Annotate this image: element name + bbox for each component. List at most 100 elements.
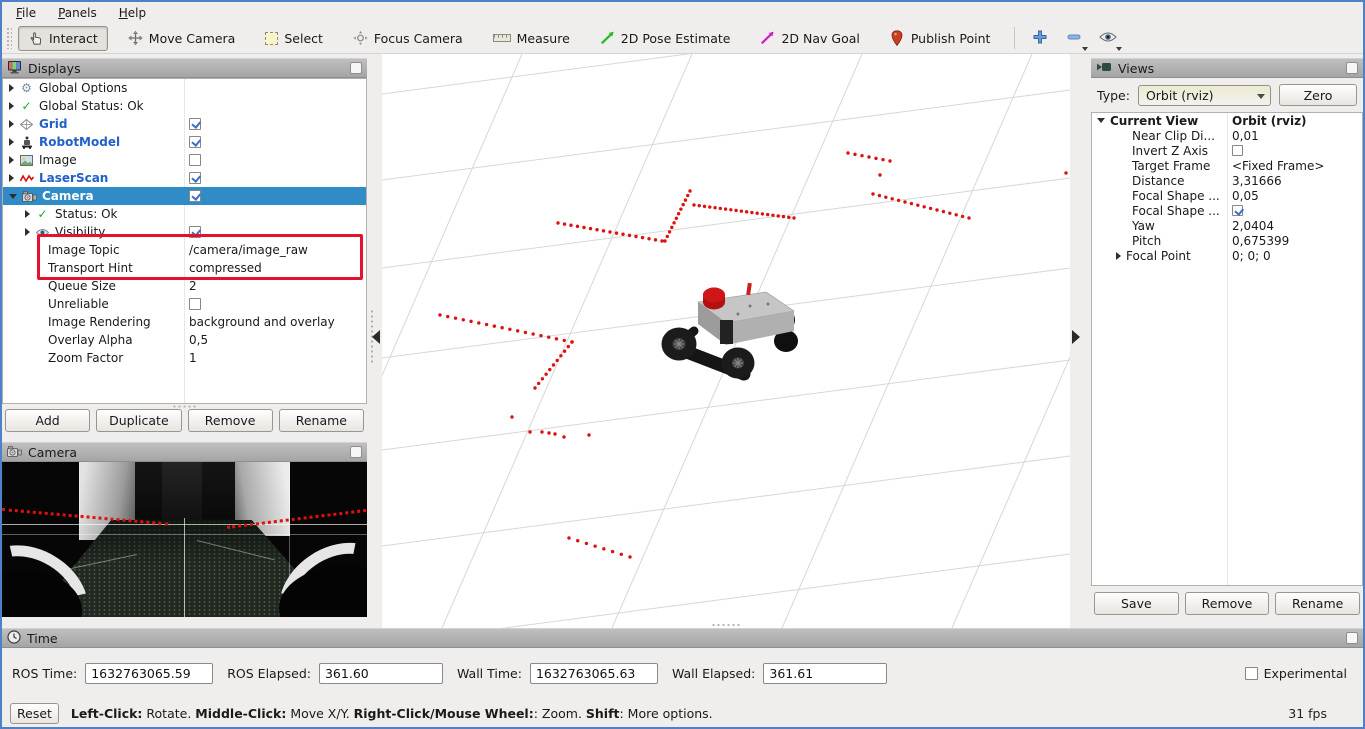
remove-tool-button[interactable] (1059, 25, 1089, 51)
property-value[interactable]: 1 (189, 351, 197, 365)
property-value[interactable]: 0; 0; 0 (1232, 249, 1271, 263)
view-row-focal-shape-fixed[interactable]: Focal Shape ... (1092, 203, 1362, 218)
view-row-invert-z[interactable]: Invert Z Axis (1092, 143, 1362, 158)
ros-elapsed-input[interactable] (319, 663, 443, 684)
focal-shape-checkbox[interactable] (1232, 205, 1243, 216)
save-button[interactable]: Save (1094, 592, 1179, 615)
visibility-checkbox[interactable] (189, 226, 201, 238)
zero-button[interactable]: Zero (1279, 84, 1357, 106)
views-tree[interactable]: Current View Orbit (rviz) Near Clip Di..… (1091, 112, 1363, 586)
duplicate-button[interactable]: Duplicate (96, 409, 181, 432)
wall-time-input[interactable] (530, 663, 658, 684)
display-row-camera[interactable]: Camera (3, 187, 366, 205)
image-enabled-checkbox[interactable] (189, 154, 201, 166)
display-row-global-status[interactable]: ✓ Global Status: Ok (3, 97, 366, 115)
panel-float-button[interactable] (1346, 62, 1358, 74)
view-row-target-frame[interactable]: Target Frame <Fixed Frame> (1092, 158, 1362, 173)
invert-z-checkbox[interactable] (1232, 145, 1243, 156)
property-row-transport-hint[interactable]: Transport Hint compressed (3, 259, 366, 277)
display-row-visibility[interactable]: Visibility (3, 223, 366, 241)
expand-arrow-icon[interactable] (9, 156, 14, 164)
panel-float-button[interactable] (350, 62, 362, 74)
camera-enabled-checkbox[interactable] (189, 190, 201, 202)
rename-button[interactable]: Rename (279, 409, 364, 432)
expand-arrow-icon[interactable] (9, 102, 14, 110)
property-value[interactable]: background and overlay (189, 315, 335, 329)
add-button[interactable]: Add (5, 409, 90, 432)
views-panel-header[interactable]: Views (1091, 58, 1363, 78)
unreliable-checkbox[interactable] (189, 298, 201, 310)
laserscan-enabled-checkbox[interactable] (189, 172, 201, 184)
expand-arrow-icon[interactable] (25, 210, 30, 218)
property-value[interactable]: 0,01 (1232, 129, 1259, 143)
panel-splitter-right[interactable] (1070, 54, 1091, 628)
property-value[interactable]: 2 (189, 279, 197, 293)
panel-splitter-left[interactable] (367, 54, 382, 628)
view-row-distance[interactable]: Distance 3,31666 (1092, 173, 1362, 188)
menu-file[interactable]: File (12, 4, 40, 22)
property-row-image-rendering[interactable]: Image Rendering background and overlay (3, 313, 366, 331)
reset-button[interactable]: Reset (10, 703, 59, 724)
display-row-global-options[interactable]: ⚙ Global Options (3, 79, 366, 97)
view-row-focal-point[interactable]: Focal Point 0; 0; 0 (1092, 248, 1362, 263)
property-value[interactable]: 3,31666 (1232, 174, 1282, 188)
menu-panels[interactable]: Panels (54, 4, 101, 22)
display-row-grid[interactable]: Grid (3, 115, 366, 133)
expand-arrow-icon[interactable] (9, 138, 14, 146)
display-row-laserscan[interactable]: LaserScan (3, 169, 366, 187)
property-value[interactable]: 0,05 (1232, 189, 1259, 203)
experimental-checkbox[interactable] (1245, 667, 1258, 680)
property-row-unreliable[interactable]: Unreliable (3, 295, 366, 313)
property-value[interactable]: /camera/image_raw (189, 243, 308, 257)
property-row-overlay-alpha[interactable]: Overlay Alpha 0,5 (3, 331, 366, 349)
property-value[interactable]: 0,675399 (1232, 234, 1289, 248)
property-value[interactable]: <Fixed Frame> (1232, 159, 1324, 173)
property-row-queue-size[interactable]: Queue Size 2 (3, 277, 366, 295)
grid-enabled-checkbox[interactable] (189, 118, 201, 130)
focus-camera-tool-button[interactable]: Focus Camera (343, 25, 473, 51)
collapse-arrow-icon[interactable] (9, 194, 17, 199)
add-tool-button[interactable] (1025, 25, 1055, 51)
expand-arrow-icon[interactable] (25, 228, 30, 236)
collapse-arrow-icon[interactable] (1097, 118, 1105, 123)
property-row-zoom-factor[interactable]: Zoom Factor 1 (3, 349, 366, 367)
3d-viewport[interactable] (382, 54, 1070, 628)
display-row-camera-status[interactable]: ✓ Status: Ok (3, 205, 366, 223)
expand-arrow-icon[interactable] (9, 120, 14, 128)
toolbar-drag-handle[interactable] (6, 27, 12, 49)
display-row-robotmodel[interactable]: RobotModel (3, 133, 366, 151)
remove-view-button[interactable]: Remove (1185, 592, 1270, 615)
collapse-right-icon[interactable] (1072, 330, 1080, 344)
displays-panel-header[interactable]: Displays (2, 58, 367, 78)
splitter-handle[interactable] (172, 405, 198, 408)
nav-goal-tool-button[interactable]: 2D Nav Goal (750, 25, 869, 51)
view-row-near-clip[interactable]: Near Clip Di... 0,01 (1092, 128, 1362, 143)
view-type-select[interactable]: Orbit (rviz) (1138, 85, 1271, 106)
view-row-current-view[interactable]: Current View Orbit (rviz) (1092, 113, 1362, 128)
collapse-left-icon[interactable] (372, 330, 380, 344)
ros-time-input[interactable] (85, 663, 213, 684)
view-row-focal-shape-size[interactable]: Focal Shape ... 0,05 (1092, 188, 1362, 203)
viewport-bottom-handle[interactable] (711, 623, 741, 627)
tool-visibility-button[interactable] (1093, 25, 1123, 51)
pose-estimate-tool-button[interactable]: 2D Pose Estimate (590, 25, 741, 51)
expand-arrow-icon[interactable] (9, 174, 14, 182)
menu-help[interactable]: Help (115, 4, 150, 22)
publish-point-tool-button[interactable]: Publish Point (880, 25, 1001, 51)
view-row-yaw[interactable]: Yaw 2,0404 (1092, 218, 1362, 233)
expand-arrow-icon[interactable] (9, 84, 14, 92)
display-row-image[interactable]: Image (3, 151, 366, 169)
measure-tool-button[interactable]: Measure (483, 26, 580, 51)
camera-panel-header[interactable]: Camera (2, 442, 367, 462)
wall-elapsed-input[interactable] (763, 663, 887, 684)
property-value[interactable]: compressed (189, 261, 262, 275)
panel-float-button[interactable] (1346, 632, 1358, 644)
remove-button[interactable]: Remove (188, 409, 273, 432)
select-tool-button[interactable]: Select (255, 26, 333, 51)
view-row-pitch[interactable]: Pitch 0,675399 (1092, 233, 1362, 248)
displays-tree[interactable]: ⚙ Global Options ✓ Global Status: Ok (2, 78, 367, 404)
panel-float-button[interactable] (350, 446, 362, 458)
robotmodel-enabled-checkbox[interactable] (189, 136, 201, 148)
property-value[interactable]: 2,0404 (1232, 219, 1274, 233)
property-row-image-topic[interactable]: Image Topic /camera/image_raw (3, 241, 366, 259)
